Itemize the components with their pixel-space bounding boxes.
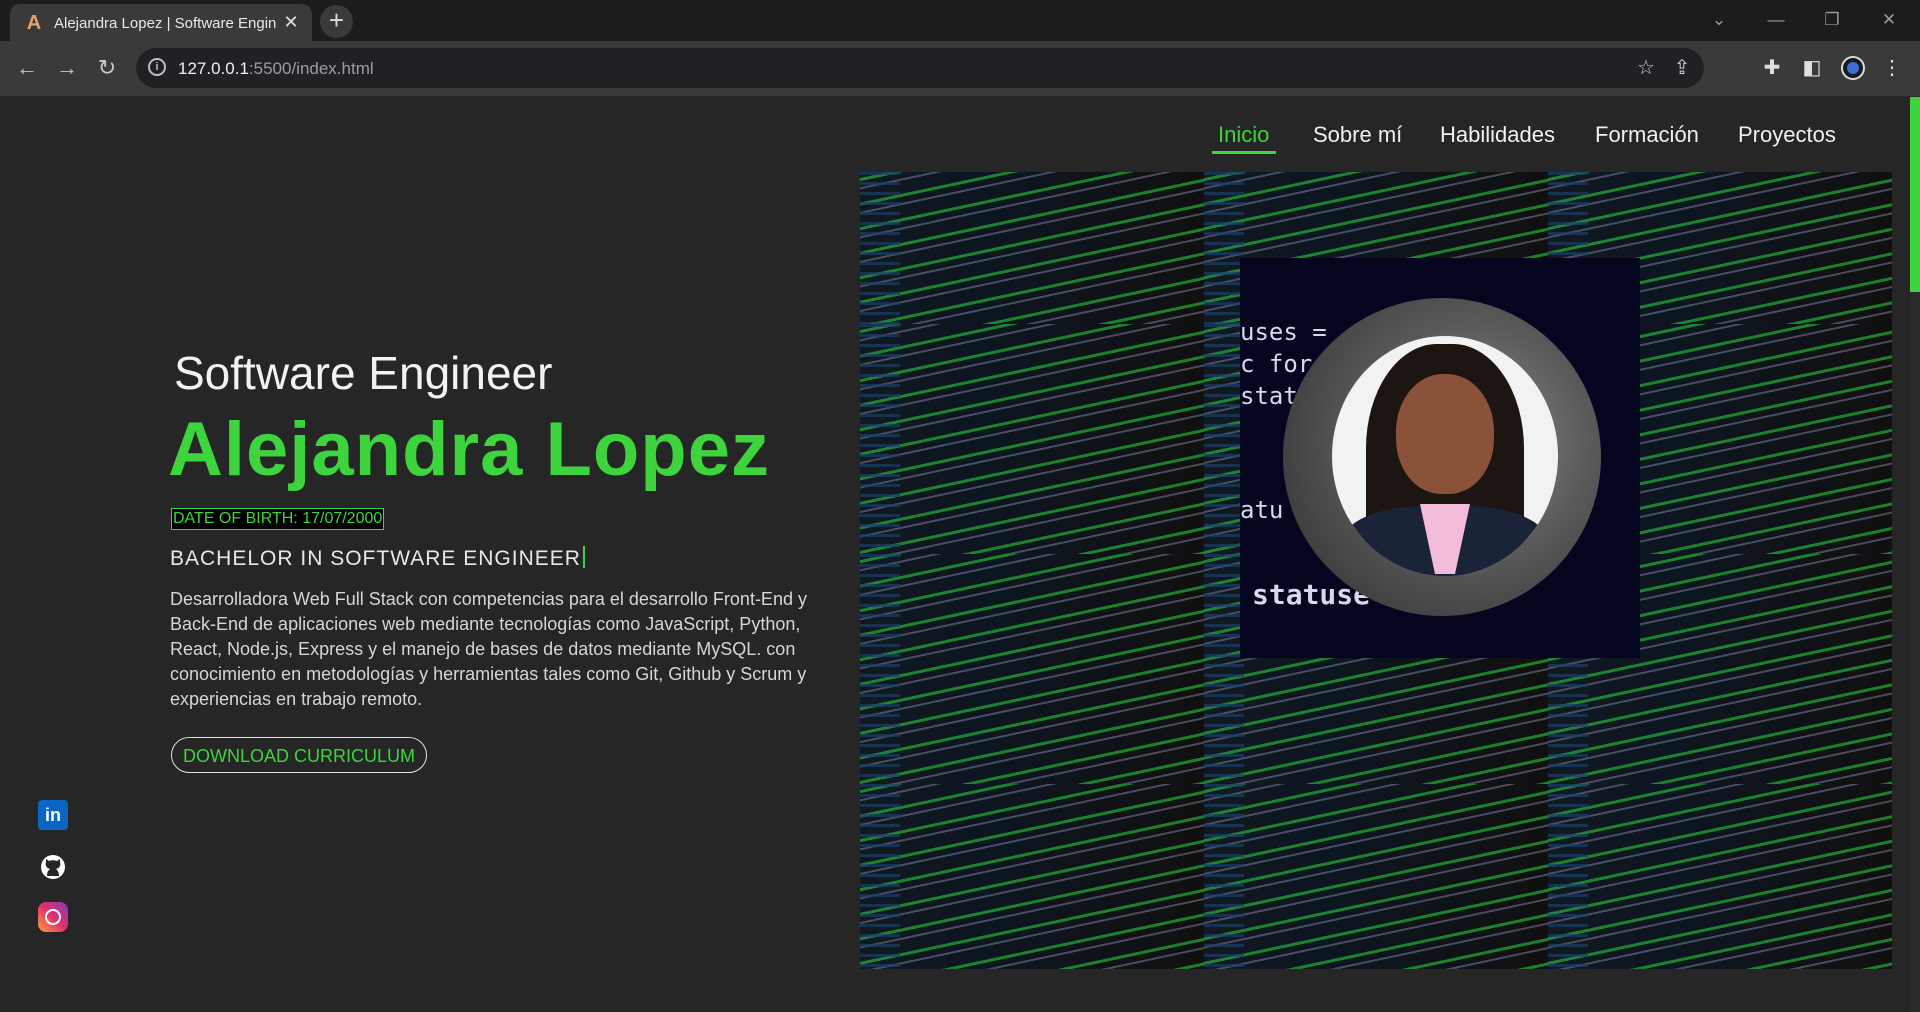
nav-item-inicio[interactable]: Inicio bbox=[1218, 122, 1269, 148]
scrollbar-thumb[interactable] bbox=[1910, 97, 1920, 292]
linkedin-icon[interactable]: in bbox=[38, 800, 68, 830]
url-text: 127.0.0.1:5500/index.html bbox=[178, 59, 374, 78]
close-tab-icon[interactable]: ✕ bbox=[281, 12, 301, 32]
nav-item-proyectos[interactable]: Proyectos bbox=[1738, 122, 1836, 148]
hero-subtitle: Software Engineer bbox=[174, 347, 553, 399]
download-curriculum-button[interactable]: DOWNLOAD CURRICULUM bbox=[171, 737, 427, 773]
address-bar[interactable]: i 127.0.0.1:5500/index.html ⇪ ☆ bbox=[136, 48, 1704, 88]
menu-kebab-icon[interactable]: ⋮ bbox=[1879, 55, 1905, 81]
code-text: stat bbox=[1240, 382, 1298, 410]
browser-tabbar: A Alejandra Lopez | Software Engineer ✕ … bbox=[0, 0, 1920, 41]
code-tile bbox=[1204, 784, 1548, 969]
code-tile bbox=[860, 172, 1204, 324]
profile-photo bbox=[1332, 336, 1558, 576]
tab-search-icon[interactable]: ⌄ bbox=[1707, 8, 1731, 32]
side-panel-icon[interactable]: ◧ bbox=[1799, 55, 1825, 81]
extensions-icon[interactable]: ✚ bbox=[1759, 55, 1785, 81]
new-tab-button[interactable]: + bbox=[320, 5, 353, 38]
site-info-icon[interactable]: i bbox=[148, 58, 166, 76]
typing-cursor bbox=[582, 546, 585, 568]
code-tile bbox=[860, 324, 1204, 554]
share-icon[interactable]: ⇪ bbox=[1670, 56, 1694, 80]
reload-icon[interactable]: ↻ bbox=[93, 54, 121, 82]
close-window-icon[interactable]: ✕ bbox=[1877, 8, 1901, 32]
active-nav-underline bbox=[1212, 151, 1276, 154]
minimize-icon[interactable]: — bbox=[1764, 8, 1788, 32]
hero-name: Alejandra Lopez bbox=[168, 407, 770, 492]
degree-typing: BACHELOR IN SOFTWARE ENGINEER bbox=[170, 546, 585, 571]
code-text: c for bbox=[1240, 350, 1313, 378]
nav-item-sobre-mi[interactable]: Sobre mí bbox=[1313, 122, 1402, 148]
code-tile bbox=[1548, 784, 1892, 969]
restore-icon[interactable]: ❐ bbox=[1820, 8, 1844, 32]
nav-item-formacion[interactable]: Formación bbox=[1595, 122, 1699, 148]
instagram-icon[interactable] bbox=[38, 902, 68, 932]
hero-description: Desarrolladora Web Full Stack con compet… bbox=[170, 589, 807, 709]
nav-item-habilidades[interactable]: Habilidades bbox=[1440, 122, 1555, 148]
tab-title: Alejandra Lopez | Software Engineer bbox=[54, 15, 276, 32]
back-icon[interactable]: ← bbox=[13, 54, 41, 82]
code-text: atu bbox=[1240, 496, 1284, 524]
favicon-icon: A bbox=[26, 12, 42, 34]
forward-icon[interactable]: → bbox=[53, 54, 81, 82]
browser-tab[interactable]: A Alejandra Lopez | Software Engineer ✕ bbox=[10, 4, 312, 41]
date-of-birth: DATE OF BIRTH: 17/07/2000 bbox=[171, 508, 385, 530]
profile-avatar-icon[interactable] bbox=[1841, 56, 1865, 80]
bookmark-star-icon[interactable]: ☆ bbox=[1634, 56, 1658, 80]
browser-toolbar: ← → ↻ i 127.0.0.1:5500/index.html ⇪ ☆ ✚ … bbox=[0, 41, 1920, 96]
degree-text: BACHELOR IN SOFTWARE ENGINEER bbox=[170, 547, 581, 570]
github-icon[interactable] bbox=[38, 852, 68, 882]
code-tile bbox=[860, 554, 1204, 784]
code-tile bbox=[860, 784, 1204, 969]
code-text: uses = bbox=[1240, 318, 1327, 346]
